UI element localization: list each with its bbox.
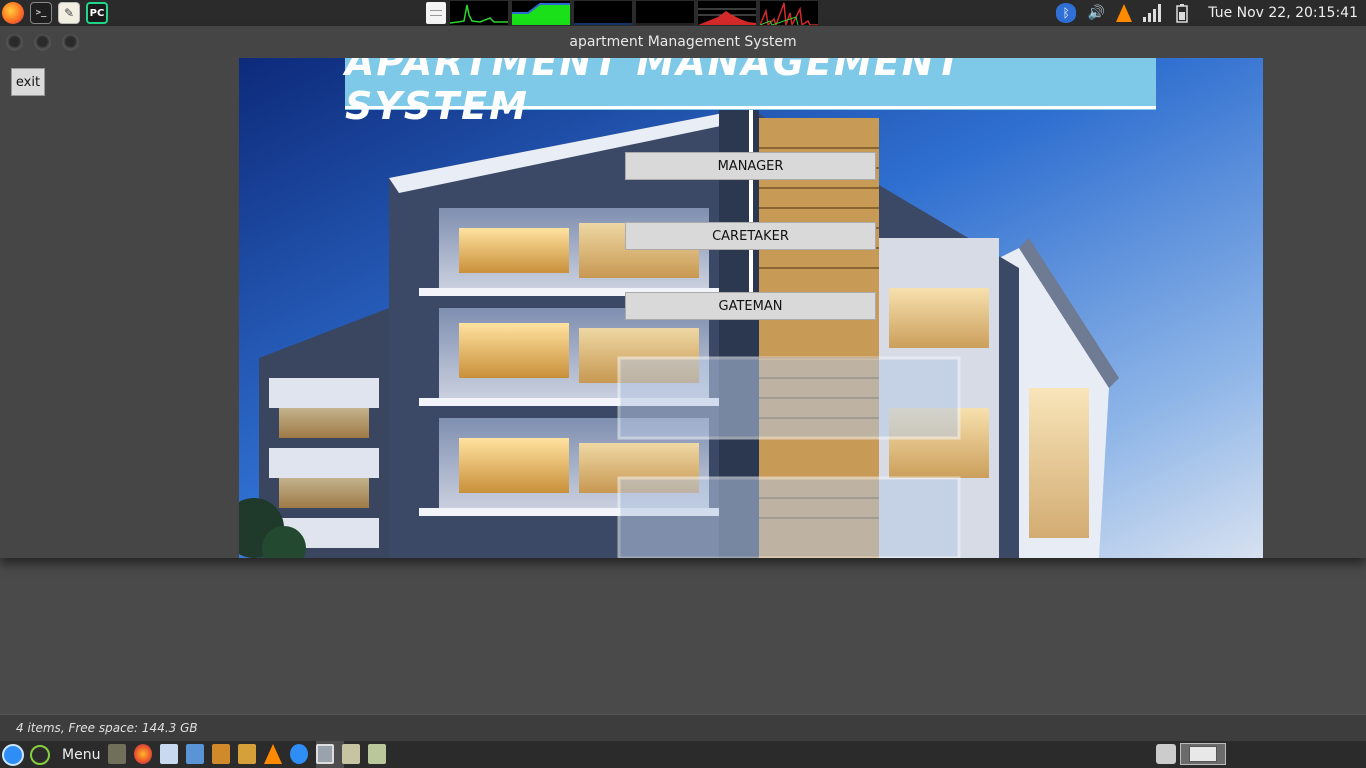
app-window-icon[interactable] xyxy=(316,744,334,764)
archive-icon[interactable] xyxy=(212,744,230,764)
taskbar-right xyxy=(1156,743,1226,765)
firefox-icon[interactable] xyxy=(2,2,24,24)
file-manager-status-text: 4 items, Free space: 144.3 GB xyxy=(16,721,198,735)
update-manager-icon[interactable] xyxy=(290,744,308,764)
window-title: apartment Management System xyxy=(569,34,797,50)
document-icon[interactable] xyxy=(160,744,178,764)
pycharm-label: PC xyxy=(89,7,105,19)
cpu-monitor-graph[interactable] xyxy=(450,1,508,25)
memory-monitor-graph[interactable] xyxy=(512,1,570,25)
menu-label: Menu xyxy=(62,746,101,763)
top-panel: >_ ✎ PC ᛒ 🔊 Tue Nov 22, 20:15:41 xyxy=(0,0,1366,26)
vlc-icon[interactable] xyxy=(264,744,282,764)
title-underline xyxy=(345,106,1156,109)
bluetooth-icon[interactable]: ᛒ xyxy=(1056,3,1077,23)
load-monitor-graph[interactable] xyxy=(698,1,756,25)
text-editor-icon[interactable]: ✎ xyxy=(58,2,80,24)
volume-icon[interactable]: 🔊 xyxy=(1086,3,1106,23)
mint-logo-icon xyxy=(30,744,50,765)
panel-launchers: >_ ✎ PC xyxy=(0,0,108,26)
file-manager-statusbar: 4 items, Free space: 144.3 GB xyxy=(0,714,1366,741)
file-manager-icon[interactable] xyxy=(108,744,126,764)
app-title: APARTMENT MANAGEMENT SYSTEM xyxy=(345,58,964,128)
exit-button[interactable]: exit xyxy=(11,68,45,96)
system-tray: ᛒ 🔊 Tue Nov 22, 20:15:41 xyxy=(1056,0,1366,26)
disk-monitor-graph[interactable] xyxy=(760,1,818,25)
folder-icon[interactable] xyxy=(342,744,360,764)
bottom-panel: Menu xyxy=(0,741,1366,768)
battery-icon[interactable] xyxy=(1172,3,1192,23)
menu-button[interactable]: Menu xyxy=(2,743,100,766)
vlc-icon[interactable] xyxy=(1116,4,1133,22)
home-folder-icon[interactable] xyxy=(368,744,386,764)
window-titlebar[interactable]: apartment Management System xyxy=(0,27,1366,58)
menu-logo-icon xyxy=(2,743,24,766)
network-monitor-graph[interactable] xyxy=(574,1,632,25)
background-image: APARTMENT MANAGEMENT SYSTEM MANAGER CARE… xyxy=(239,58,1263,558)
swap-monitor-graph[interactable] xyxy=(636,1,694,25)
pycharm-icon[interactable]: PC xyxy=(86,2,108,24)
caretaker-button[interactable]: CARETAKER xyxy=(625,222,876,250)
app-window: apartment Management System exit APARTME… xyxy=(0,27,1366,558)
manager-button[interactable]: MANAGER xyxy=(625,152,876,180)
gateman-button[interactable]: GATEMAN xyxy=(625,292,876,320)
printer-icon[interactable] xyxy=(1156,744,1176,764)
system-monitors xyxy=(426,0,818,26)
app-title-banner: APARTMENT MANAGEMENT SYSTEM xyxy=(345,58,1156,128)
notes-icon[interactable] xyxy=(426,2,446,24)
window-list-item[interactable] xyxy=(1180,743,1226,765)
network-signal-icon[interactable] xyxy=(1142,3,1162,23)
terminal-icon[interactable]: >_ xyxy=(30,2,52,24)
firefox-icon[interactable] xyxy=(134,744,152,764)
taskbar-launchers xyxy=(108,744,386,764)
panel-clock[interactable]: Tue Nov 22, 20:15:41 xyxy=(1208,5,1358,21)
package-icon[interactable] xyxy=(238,744,256,764)
writer-icon[interactable] xyxy=(186,744,204,764)
